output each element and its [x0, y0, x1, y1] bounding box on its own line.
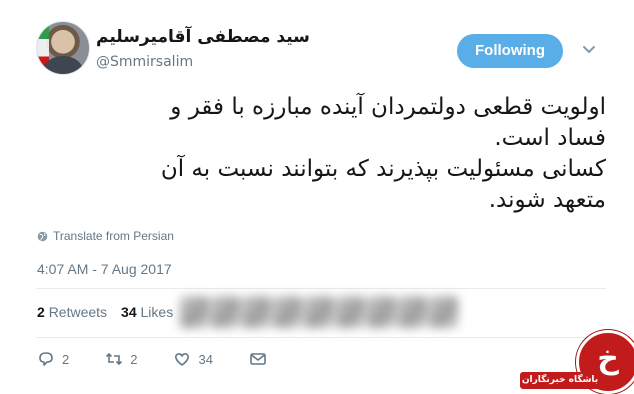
- like-icon: [175, 352, 190, 366]
- avatar[interactable]: [36, 21, 90, 75]
- like-count: 34: [198, 351, 213, 367]
- news-agency-watermark: خ باشگاه خبرنگاران: [520, 330, 634, 394]
- likes-stat[interactable]: 34 Likes: [121, 304, 173, 320]
- retweets-stat[interactable]: 2 Retweets: [37, 304, 107, 320]
- globe-icon: [37, 231, 48, 241]
- direct-message-button[interactable]: [249, 350, 267, 368]
- retweet-button[interactable]: 2: [105, 350, 137, 368]
- following-button[interactable]: Following: [457, 34, 563, 68]
- tweet-line: اولویت قطعی دولتمردان آینده مبارزه با فق…: [170, 94, 606, 120]
- retweet-icon: [106, 352, 123, 366]
- tweet-card: سید مصطفی آقامیرسلیم @Smmirsalim Followi…: [0, 0, 634, 394]
- reply-count: 2: [62, 351, 70, 367]
- translate-link[interactable]: Translate from Persian: [37, 229, 174, 243]
- reply-icon: [39, 352, 53, 366]
- retweet-count: 2: [130, 351, 138, 367]
- like-button[interactable]: 34: [173, 350, 213, 368]
- engagement-stats: 2 Retweets 34 Likes: [37, 304, 173, 320]
- tweet-line: متعهد شوند.: [488, 187, 606, 213]
- translate-label[interactable]: Translate from Persian: [53, 229, 174, 243]
- divider: [36, 288, 606, 289]
- action-bar: 2 2 34: [37, 350, 303, 368]
- likers-avatars-blurred: [180, 296, 458, 328]
- timestamp[interactable]: 4:07 AM - 7 Aug 2017: [37, 261, 172, 277]
- message-icon: [250, 353, 266, 365]
- reply-button[interactable]: 2: [37, 350, 69, 368]
- tweet-line: فساد است.: [494, 125, 606, 151]
- tweet-text: اولویت قطعی دولتمردان آینده مبارزه با فق…: [36, 92, 606, 216]
- user-handle[interactable]: @Smmirsalim: [96, 54, 193, 70]
- display-name[interactable]: سید مصطفی آقامیرسلیم: [96, 27, 310, 47]
- tweet-line: کسانی مسئولیت بپذیرند که بتوانند نسبت به…: [160, 156, 606, 182]
- watermark-label: باشگاه خبرنگاران: [520, 372, 600, 389]
- chevron-down-icon[interactable]: [582, 43, 596, 57]
